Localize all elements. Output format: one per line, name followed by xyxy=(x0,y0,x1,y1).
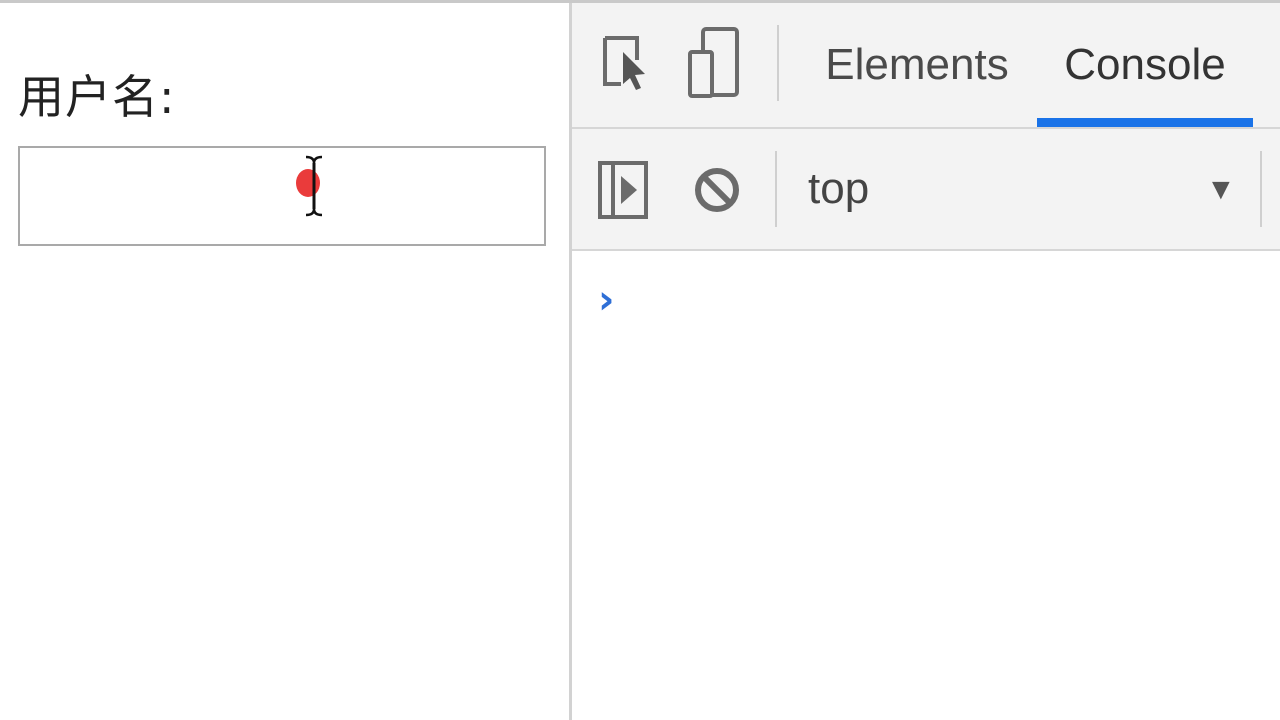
console-toolbar: top ▼ xyxy=(572,129,1280,251)
tab-elements[interactable]: Elements xyxy=(822,3,1012,127)
tabbar-separator xyxy=(777,25,779,101)
username-label: 用户名: xyxy=(18,70,176,124)
context-selector[interactable]: top xyxy=(808,129,869,249)
active-tab-indicator xyxy=(1037,118,1253,127)
page-viewport: 用户名: xyxy=(0,3,569,720)
tab-console[interactable]: Console xyxy=(1037,3,1253,127)
devtools-panel: Elements Console top ▼ › xyxy=(572,3,1280,720)
toolbar-separator xyxy=(775,151,777,227)
dropdown-arrow-icon[interactable]: ▼ xyxy=(1206,173,1236,207)
devtools-tabbar: Elements Console xyxy=(572,3,1280,129)
clear-console-icon[interactable] xyxy=(692,163,742,217)
username-input[interactable] xyxy=(18,146,546,246)
inspect-element-icon[interactable] xyxy=(600,29,652,97)
text-cursor-icon xyxy=(305,155,323,217)
device-toolbar-icon[interactable] xyxy=(686,25,742,101)
toolbar-separator-right xyxy=(1260,151,1262,227)
console-output[interactable]: › xyxy=(572,251,1280,720)
console-prompt-icon: › xyxy=(598,277,615,323)
console-sidebar-icon[interactable] xyxy=(596,159,650,221)
